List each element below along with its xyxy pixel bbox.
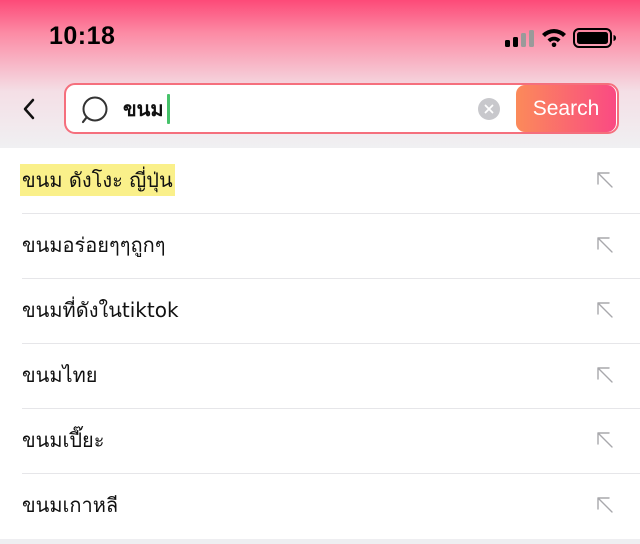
search-bar: Search: [64, 83, 619, 134]
close-icon: [484, 104, 494, 114]
chevron-left-icon: [23, 98, 35, 120]
suggestion-item[interactable]: ขนมที่ดังในtiktok: [0, 279, 640, 344]
suggestion-item[interactable]: ขนมไทย: [0, 344, 640, 409]
search-icon: [81, 96, 108, 124]
clear-button[interactable]: [478, 98, 500, 120]
suggestion-label: ขนมอร่อยๆๆถูกๆ: [22, 233, 166, 257]
text-caret: [166, 94, 170, 124]
fill-query-arrow-icon[interactable]: [594, 494, 616, 516]
suggestion-item[interactable]: ขนม ดังโงะ ญี่ปุ่น: [0, 149, 640, 214]
fill-query-arrow-icon[interactable]: [594, 299, 616, 321]
fill-query-arrow-icon[interactable]: [594, 234, 616, 256]
fill-query-arrow-icon[interactable]: [594, 364, 616, 386]
bottom-divider: [0, 539, 640, 544]
suggestion-label: ขนมไทย: [22, 363, 98, 387]
suggestion-label: ขนมเกาหลี: [22, 493, 119, 517]
suggestion-label: ขนมเปี๊ยะ: [22, 428, 105, 452]
wifi-icon: [542, 29, 566, 47]
signal-icon: [505, 30, 535, 47]
battery-icon: [573, 28, 616, 48]
status-time: 10:18: [49, 22, 116, 50]
suggestion-label: ขนมที่ดังในtiktok: [22, 298, 179, 322]
status-bar: 10:18: [0, 0, 640, 70]
suggestion-list: ขนม ดังโงะ ญี่ปุ่น ขนมอร่อยๆๆถูกๆ ขนมที่…: [0, 149, 640, 539]
suggestion-label: ขนม ดังโงะ ญี่ปุ่น: [20, 164, 175, 196]
search-button[interactable]: Search: [516, 85, 616, 132]
suggestion-item[interactable]: ขนมเกาหลี: [0, 474, 640, 539]
search-input[interactable]: [123, 87, 463, 131]
suggestion-item[interactable]: ขนมอร่อยๆๆถูกๆ: [0, 214, 640, 279]
suggestion-item[interactable]: ขนมเปี๊ยะ: [0, 409, 640, 474]
back-button[interactable]: [14, 94, 44, 124]
fill-query-arrow-icon[interactable]: [594, 169, 616, 191]
fill-query-arrow-icon[interactable]: [594, 429, 616, 451]
